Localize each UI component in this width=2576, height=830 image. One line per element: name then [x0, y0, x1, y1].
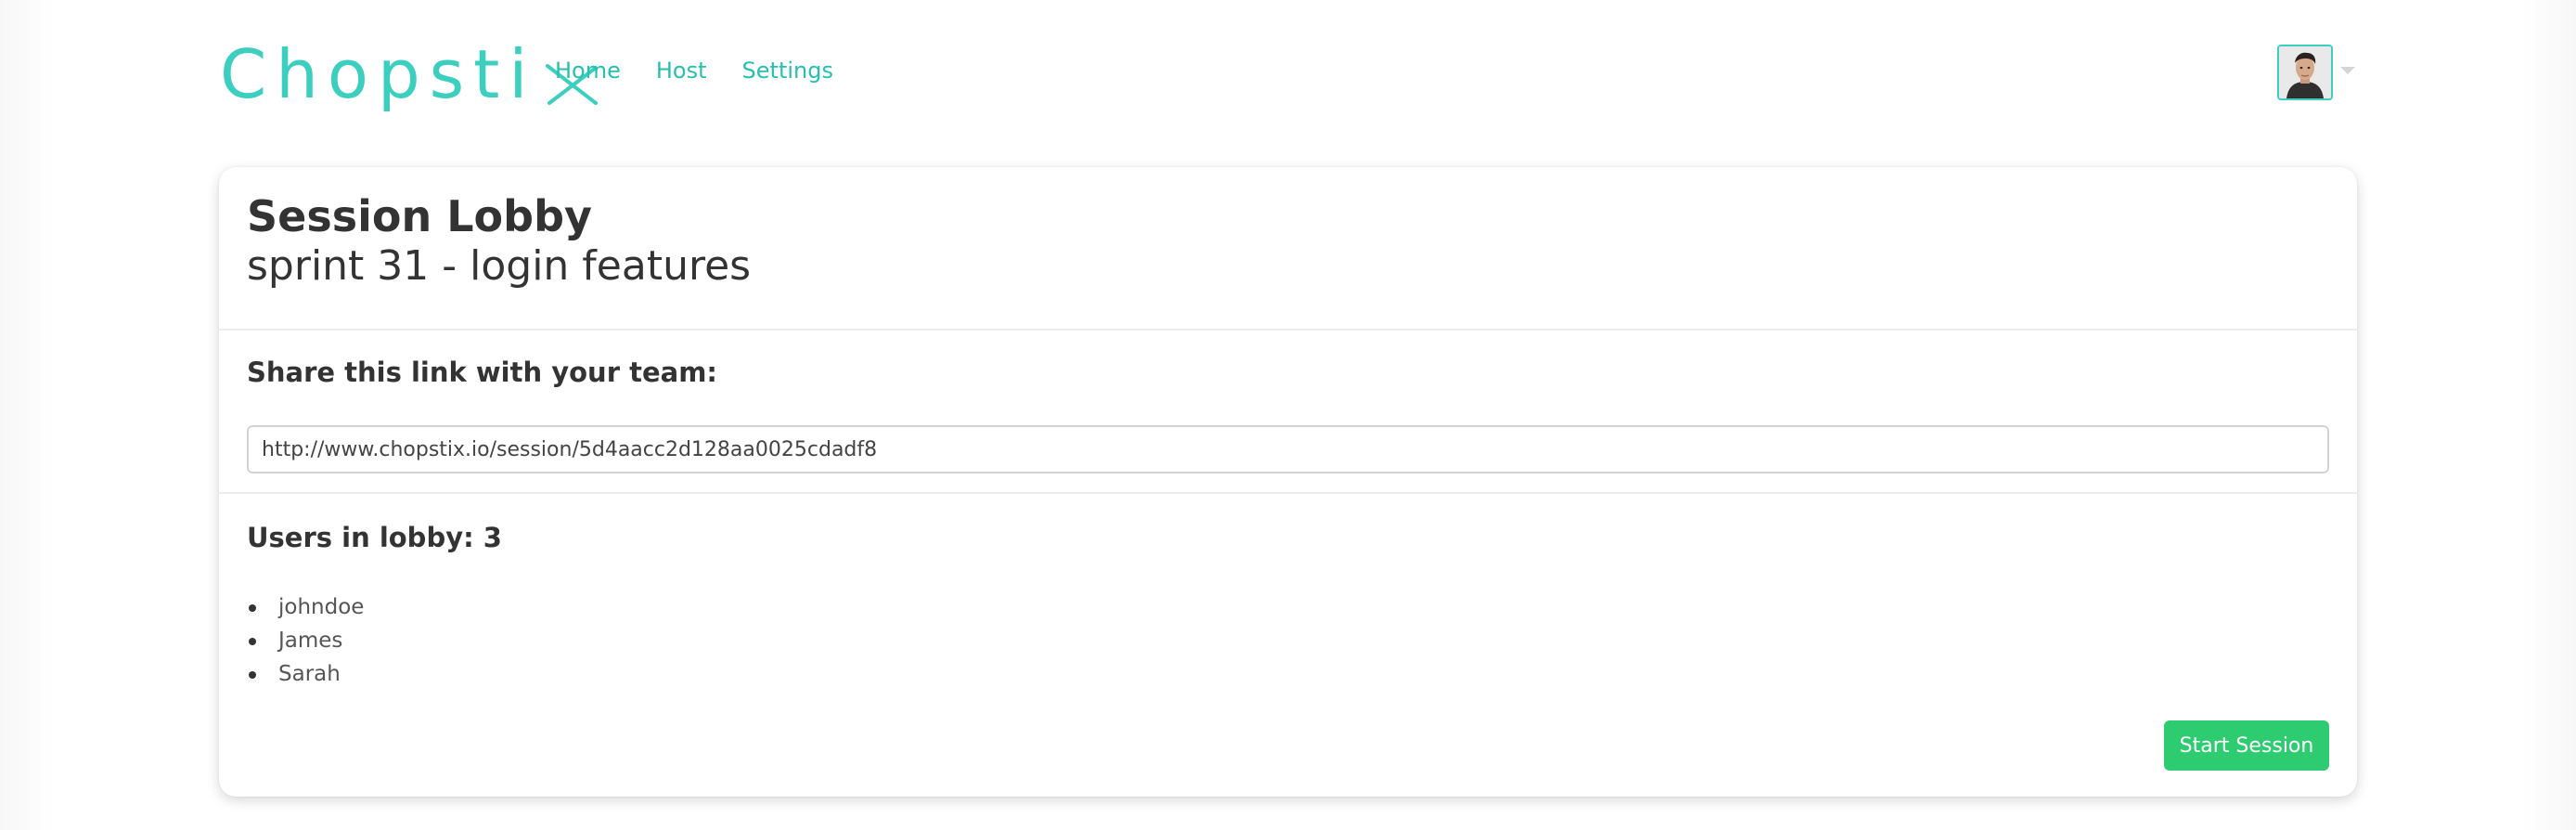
nav-settings[interactable]: Settings [742, 58, 833, 84]
user-name: johndoe [278, 595, 365, 619]
session-name: sprint 31 - login features [247, 242, 752, 290]
lobby-user-list: johndoe James Sarah [247, 590, 364, 691]
bullet-icon [249, 671, 256, 679]
avatar[interactable] [2277, 45, 2333, 100]
nav-links: Home Host Settings [555, 58, 833, 84]
logo-wordmark: Chopsti [220, 35, 537, 113]
user-menu[interactable] [2277, 45, 2355, 100]
list-item: Sarah [247, 657, 364, 691]
session-lobby-card: Session Lobby sprint 31 - login features… [219, 167, 2357, 797]
nav-host[interactable]: Host [656, 58, 707, 84]
chopstix-logo[interactable]: Chopsti [220, 28, 599, 121]
user-name: James [278, 629, 343, 653]
bullet-icon [249, 604, 256, 612]
page: Chopsti Home Host Settings Session Lobby… [0, 0, 2576, 830]
start-session-button[interactable]: Start Session [2164, 720, 2329, 771]
bullet-icon [249, 638, 256, 645]
page-title: Session Lobby [247, 191, 592, 241]
list-item: James [247, 624, 364, 657]
share-link-section: Share this link with your team: [219, 331, 2357, 494]
share-link-input[interactable] [247, 425, 2329, 473]
user-avatar-icon [2279, 46, 2331, 98]
card-header: Session Lobby sprint 31 - login features [219, 167, 2357, 331]
share-link-label: Share this link with your team: [247, 357, 718, 388]
list-item: johndoe [247, 590, 364, 624]
nav-home[interactable]: Home [555, 58, 621, 84]
lobby-count-label: Users in lobby: 3 [247, 522, 502, 553]
chevron-down-icon[interactable] [2340, 67, 2355, 74]
lobby-section: Users in lobby: 3 johndoe James Sarah St… [219, 494, 2357, 797]
top-navbar: Chopsti Home Host Settings [0, 0, 2576, 149]
user-name: Sarah [278, 662, 341, 686]
